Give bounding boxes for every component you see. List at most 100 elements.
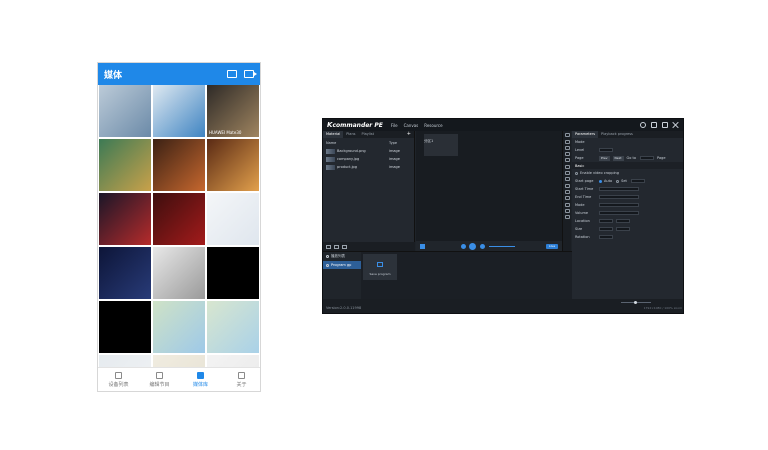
table-row[interactable]: product.jpg image [323, 163, 414, 171]
grid-icon[interactable] [420, 243, 425, 249]
auto-radio[interactable] [599, 179, 602, 183]
end-time-label: End Time [575, 195, 592, 199]
mode2-row: Mode [572, 201, 683, 209]
prev-page-button[interactable]: Prev [599, 155, 610, 161]
canvas-preview: 分区1 [416, 131, 562, 241]
phone-header: 媒体 [98, 63, 260, 85]
width-field[interactable] [599, 227, 613, 231]
media-thumbnail[interactable] [153, 301, 205, 353]
start-page-field[interactable] [630, 179, 645, 183]
add-icon[interactable]: + [404, 131, 414, 138]
close-icon[interactable] [673, 122, 679, 128]
tool-icon[interactable] [564, 215, 570, 220]
rotation-field[interactable] [599, 235, 613, 239]
page-field[interactable] [640, 156, 655, 160]
media-thumbnail[interactable] [153, 193, 205, 245]
tool-icon[interactable] [564, 177, 570, 182]
tool-icon[interactable] [564, 171, 570, 176]
version-text: Version:2.0.0.11998 [326, 306, 362, 310]
start-time-field[interactable] [599, 187, 639, 191]
location-row: Location [572, 217, 683, 225]
tool-icon[interactable] [564, 208, 570, 213]
size-row: Size [572, 225, 683, 233]
maximize-icon[interactable] [662, 122, 668, 128]
level-field[interactable] [599, 148, 613, 152]
location-x-field[interactable] [599, 219, 613, 223]
tab-icon [197, 371, 204, 379]
volume-field[interactable] [599, 211, 639, 215]
tool-icon[interactable] [564, 158, 570, 163]
minimize-icon[interactable] [651, 122, 657, 128]
tool-icon[interactable] [564, 164, 570, 169]
bottom-tab[interactable]: 媒体库 [180, 368, 221, 391]
tab-playlist[interactable]: Playlist [359, 131, 377, 138]
media-thumbnail[interactable] [207, 301, 259, 353]
prev-icon[interactable] [460, 243, 466, 249]
save-program-button[interactable]: Save program [363, 254, 397, 280]
tool-icon[interactable] [564, 152, 570, 157]
volume-slider[interactable] [488, 245, 515, 247]
next-page-button[interactable]: Next [612, 155, 624, 161]
tool-icon[interactable] [564, 202, 570, 207]
bottom-tab-bar: 设备列表 编辑节目 媒体库 关于 [98, 367, 260, 391]
thumbnail-caption: HUAWEI Mate30 [209, 130, 242, 135]
next-icon[interactable] [479, 243, 485, 249]
tool-icon[interactable] [564, 145, 570, 150]
canvas-region[interactable] [424, 134, 458, 156]
media-thumbnail[interactable] [153, 247, 205, 299]
table-row[interactable]: company.jpg image [323, 155, 414, 163]
tool-icon[interactable] [564, 133, 570, 138]
menu-file[interactable]: File [391, 123, 398, 128]
height-field[interactable] [616, 227, 630, 231]
tab-playback-progress[interactable]: Playback progress [598, 131, 636, 138]
bottom-tab[interactable]: 编辑节目 [139, 368, 180, 391]
end-time-field[interactable] [599, 195, 639, 199]
image-icon[interactable] [334, 244, 339, 249]
help-icon[interactable] [640, 122, 646, 128]
column-name[interactable]: Name [326, 141, 389, 145]
mode-select[interactable] [599, 203, 639, 207]
media-thumbnail[interactable] [153, 85, 205, 137]
set-radio[interactable] [616, 179, 620, 183]
save-icon [377, 262, 383, 267]
media-thumbnail[interactable]: HUAWEI Mate30 [207, 85, 259, 137]
zoom-slider-knob[interactable] [634, 301, 637, 304]
video-icon[interactable] [244, 70, 257, 78]
basic-section-header[interactable]: Basic [572, 162, 683, 169]
media-thumbnail[interactable] [99, 247, 151, 299]
media-thumbnail[interactable] [99, 301, 151, 353]
file-thumbnail [326, 156, 335, 162]
table-row[interactable]: Background.png image [323, 147, 414, 155]
bottom-tab[interactable]: 关于 [221, 368, 260, 391]
media-thumbnail[interactable] [99, 139, 151, 191]
image-icon[interactable] [227, 70, 237, 78]
start-time-label: Start Time [575, 187, 594, 191]
material-list: Background.png image company.jpg image produ… [323, 147, 414, 171]
program-group-item[interactable]: Program gp [323, 261, 361, 269]
tab-plans[interactable]: Plans [343, 131, 358, 138]
tab-label: 媒体库 [192, 381, 208, 388]
tool-icon[interactable] [564, 189, 570, 194]
play-icon[interactable] [468, 242, 476, 250]
playlist-item[interactable]: 播放列表 [323, 252, 361, 261]
media-thumbnail[interactable] [207, 247, 259, 299]
media-thumbnail[interactable] [99, 85, 151, 137]
tool-icon[interactable] [564, 196, 570, 201]
media-thumbnail[interactable] [99, 193, 151, 245]
location-y-field[interactable] [616, 219, 630, 223]
media-thumbnail[interactable] [207, 139, 259, 191]
media-thumbnail[interactable] [153, 139, 205, 191]
tool-icon[interactable] [564, 183, 570, 188]
import-icon[interactable] [326, 244, 331, 249]
menu-canvas[interactable]: Canvas [404, 123, 419, 128]
tab-parameters[interactable]: Parameters [572, 131, 599, 138]
column-type[interactable]: Type [389, 141, 411, 145]
cropping-checkbox[interactable] [575, 171, 578, 175]
folder-icon[interactable] [342, 244, 347, 249]
bottom-tab[interactable]: 设备列表 [98, 368, 139, 391]
live-button[interactable]: Live [546, 243, 558, 249]
menu-resource[interactable]: Resource [424, 123, 442, 128]
media-thumbnail[interactable] [207, 193, 259, 245]
tool-icon[interactable] [564, 139, 570, 144]
tab-material[interactable]: Material [323, 131, 344, 138]
